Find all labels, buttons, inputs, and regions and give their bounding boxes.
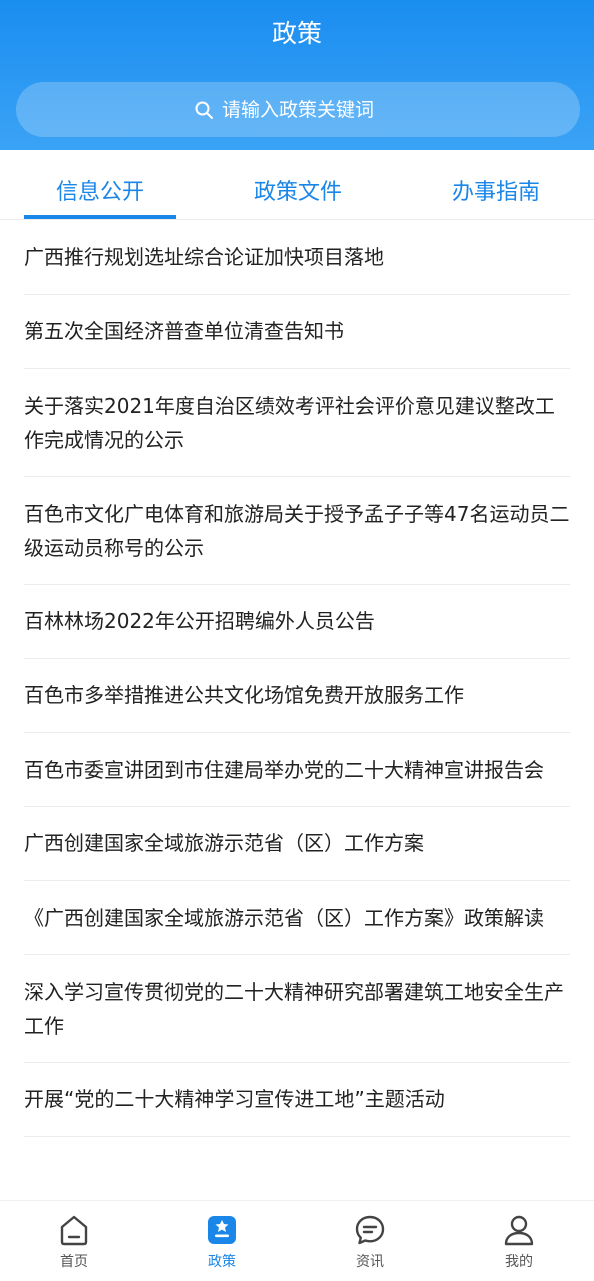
- list-item[interactable]: 开展“党的二十大精神学习宣传进工地”主题活动: [24, 1063, 570, 1137]
- list-item[interactable]: 广西创建国家全域旅游示范省（区）工作方案: [24, 807, 570, 881]
- tab-info-disclosure[interactable]: 信息公开: [24, 150, 176, 220]
- news-list: 广西推行规划选址综合论证加快项目落地 第五次全国经济普查单位清查告知书 关于落实…: [24, 221, 570, 1137]
- list-item[interactable]: 广西推行规划选址综合论证加快项目落地: [24, 221, 570, 295]
- search-icon: [195, 101, 213, 119]
- nav-home[interactable]: 首页: [24, 1201, 124, 1281]
- list-item[interactable]: 深入学习宣传贯彻党的二十大精神研究部署建筑工地安全生产工作: [24, 955, 570, 1063]
- nav-profile[interactable]: 我的: [469, 1201, 569, 1281]
- list-item[interactable]: 百色市委宣讲团到市住建局举办党的二十大精神宣讲报告会: [24, 733, 570, 807]
- nav-home-label: 首页: [60, 1254, 88, 1270]
- list-item[interactable]: 《广西创建国家全域旅游示范省（区）工作方案》政策解读: [24, 881, 570, 955]
- nav-news[interactable]: 资讯: [320, 1201, 420, 1281]
- search-bar[interactable]: [16, 82, 580, 137]
- tab-bar: 信息公开 政策文件 办事指南: [0, 150, 594, 220]
- list-item[interactable]: 百林林场2022年公开招聘编外人员公告: [24, 585, 570, 659]
- nav-profile-label: 我的: [505, 1254, 533, 1270]
- tab-policy-documents[interactable]: 政策文件: [222, 150, 374, 220]
- header-bar: 政策: [0, 0, 594, 150]
- search-input[interactable]: [222, 98, 402, 121]
- message-icon: [355, 1215, 385, 1245]
- home-icon: [60, 1215, 88, 1246]
- nav-policy[interactable]: 政策: [172, 1201, 272, 1281]
- nav-policy-label: 政策: [208, 1254, 236, 1270]
- active-tab-indicator: [24, 215, 176, 219]
- page-title: 政策: [271, 19, 322, 48]
- list-item[interactable]: 第五次全国经济普查单位清查告知书: [24, 295, 570, 369]
- nav-news-label: 资讯: [356, 1254, 384, 1270]
- tab-service-guide[interactable]: 办事指南: [420, 150, 572, 220]
- bottom-nav: 首页 政策 资讯 我的: [0, 1200, 594, 1280]
- list-item[interactable]: 关于落实2021年度自治区绩效考评社会评价意见建议整改工作完成情况的公示: [24, 369, 570, 477]
- list-item[interactable]: 百色市多举措推进公共文化场馆免费开放服务工作: [24, 659, 570, 733]
- policy-icon: [208, 1216, 236, 1244]
- profile-icon: [504, 1215, 534, 1246]
- list-item[interactable]: 百色市文化广电体育和旅游局关于授予孟子子等47名运动员二级运动员称号的公示: [24, 477, 570, 585]
